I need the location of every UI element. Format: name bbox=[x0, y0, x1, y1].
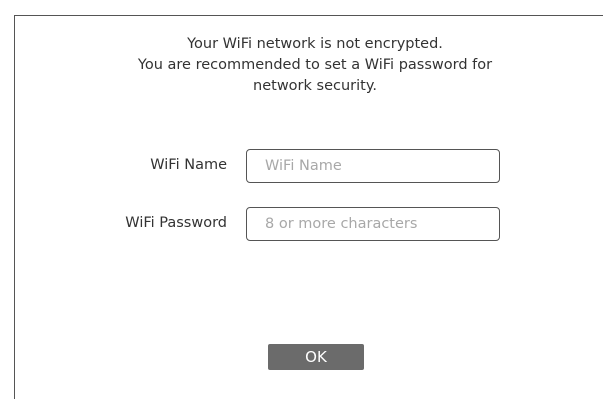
wifi-password-input[interactable] bbox=[246, 207, 500, 241]
warning-line-1: Your WiFi network is not encrypted. bbox=[187, 36, 443, 52]
wifi-name-label: WiFi Name bbox=[150, 157, 227, 173]
encryption-warning: Your WiFi network is not encrypted. You … bbox=[100, 34, 530, 97]
wifi-password-label: WiFi Password bbox=[125, 215, 227, 231]
ok-button[interactable]: OK bbox=[268, 344, 364, 370]
warning-line-2: You are recommended to set a WiFi passwo… bbox=[137, 57, 493, 73]
wifi-name-input[interactable] bbox=[246, 149, 500, 183]
warning-line-3: network security. bbox=[253, 78, 377, 94]
